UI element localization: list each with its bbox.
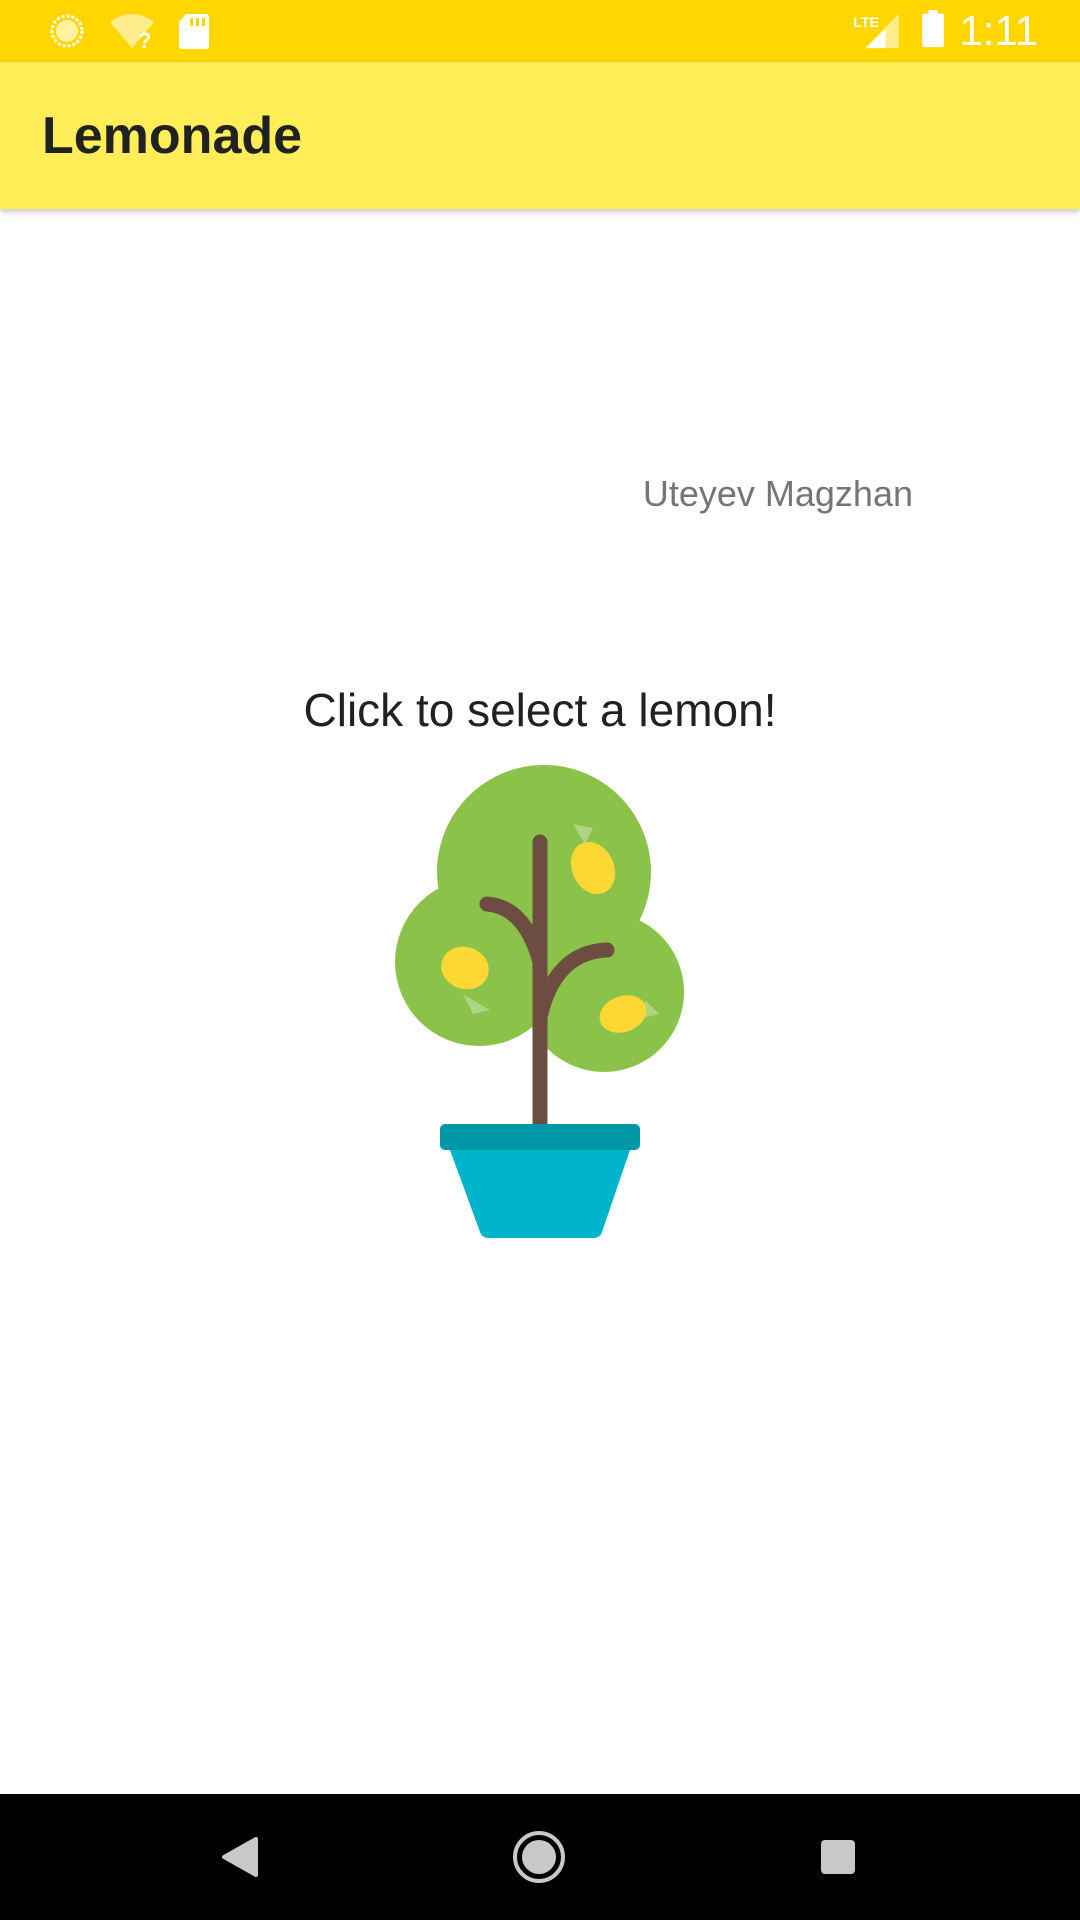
- status-bar: ? LTE 1:11: [0, 0, 1080, 62]
- sd-card-icon: [179, 14, 209, 49]
- back-icon[interactable]: [210, 1827, 270, 1887]
- svg-text:LTE: LTE: [853, 15, 879, 31]
- app-screen: ? LTE 1:11 Lemonade Uteyev Magzhan Click…: [0, 0, 1080, 1920]
- svg-text:?: ?: [138, 28, 151, 50]
- navigation-bar: [0, 1794, 1080, 1920]
- recents-icon[interactable]: [808, 1827, 868, 1887]
- status-time: 1:11: [959, 7, 1038, 54]
- author-label: Uteyev Magzhan: [642, 473, 913, 514]
- app-title: Lemonade: [42, 107, 303, 165]
- notification-circle-icon: [50, 14, 84, 48]
- instruction-text: Click to select a lemon!: [303, 684, 777, 736]
- lemon-tree-icon[interactable]: [395, 762, 685, 1242]
- home-icon[interactable]: [509, 1827, 569, 1887]
- battery-icon: [922, 10, 944, 48]
- lte-signal-icon: LTE: [853, 13, 899, 49]
- wifi-unknown-icon: ?: [110, 14, 154, 50]
- app-bar: Lemonade: [0, 62, 1080, 209]
